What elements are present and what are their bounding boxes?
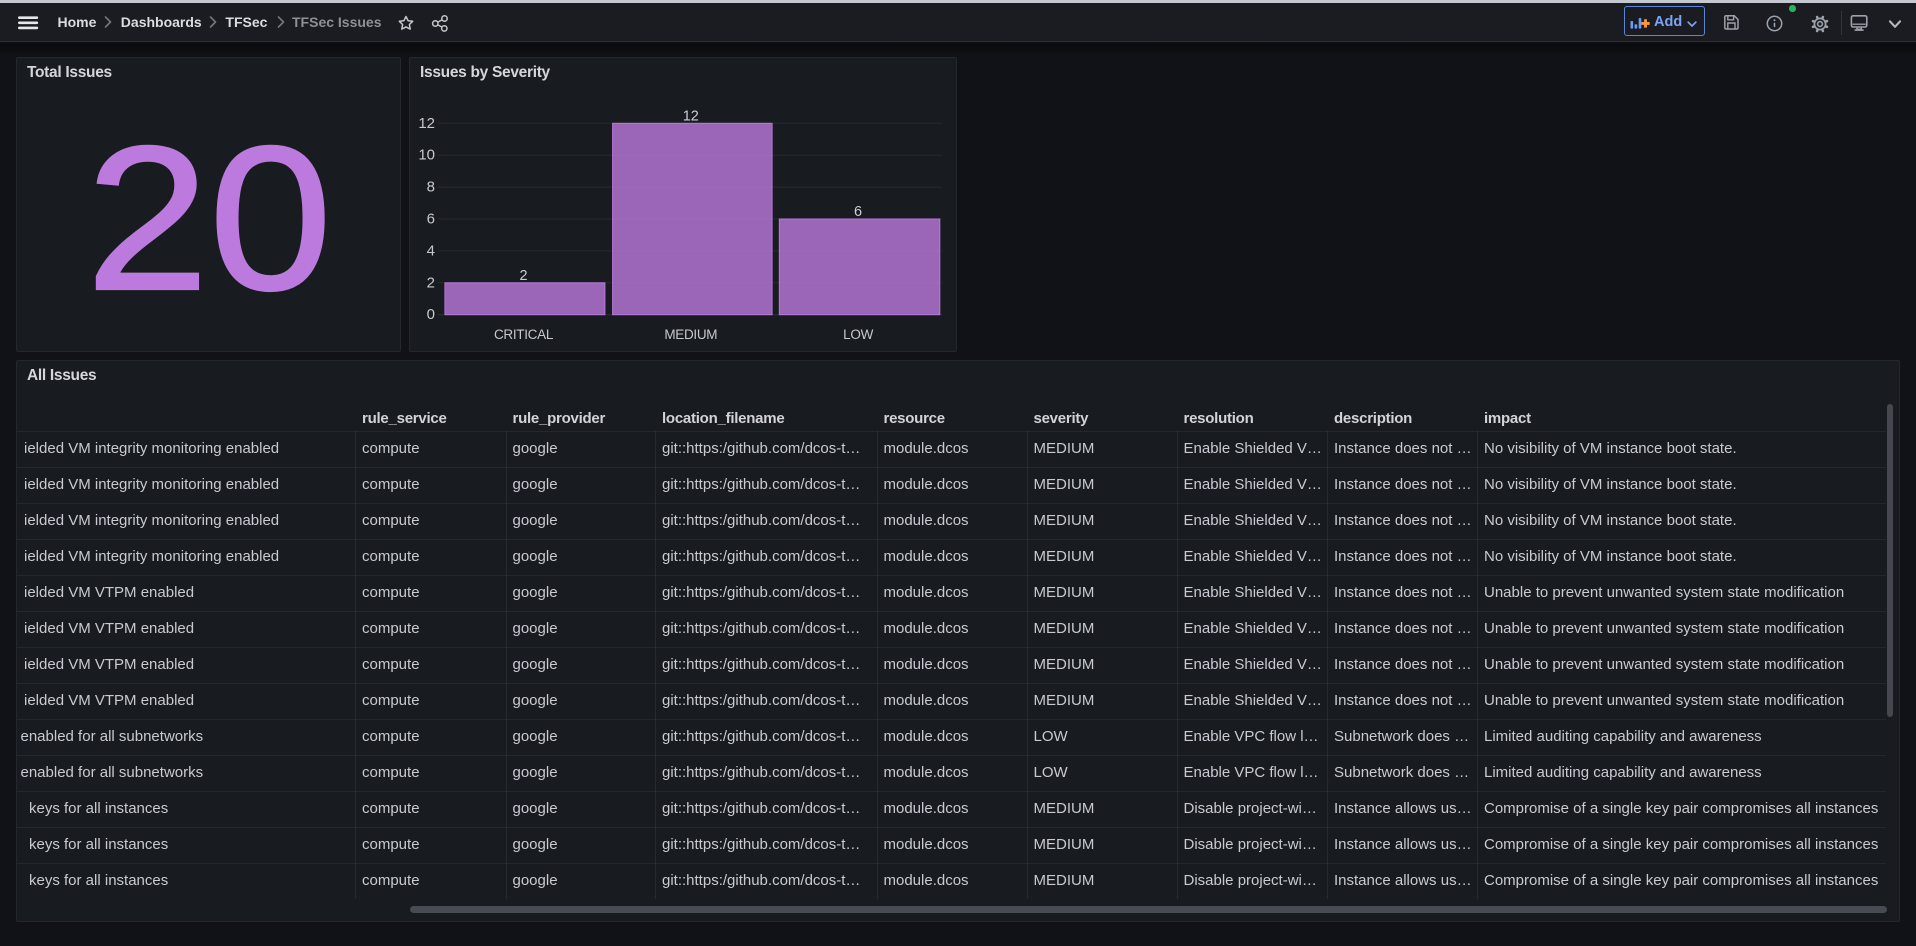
svg-text:4: 4 — [427, 242, 435, 259]
svg-text:6: 6 — [854, 204, 862, 220]
svg-text:12: 12 — [683, 108, 699, 124]
svg-text:MEDIUM: MEDIUM — [664, 327, 717, 342]
svg-text:0: 0 — [427, 306, 435, 323]
svg-text:CRITICAL: CRITICAL — [494, 327, 554, 342]
svg-text:6: 6 — [427, 210, 435, 227]
svg-text:12: 12 — [418, 115, 435, 132]
svg-text:10: 10 — [418, 147, 435, 164]
svg-text:2: 2 — [427, 274, 435, 291]
svg-text:2: 2 — [519, 268, 527, 284]
svg-text:LOW: LOW — [843, 327, 873, 342]
svg-text:8: 8 — [427, 179, 435, 196]
